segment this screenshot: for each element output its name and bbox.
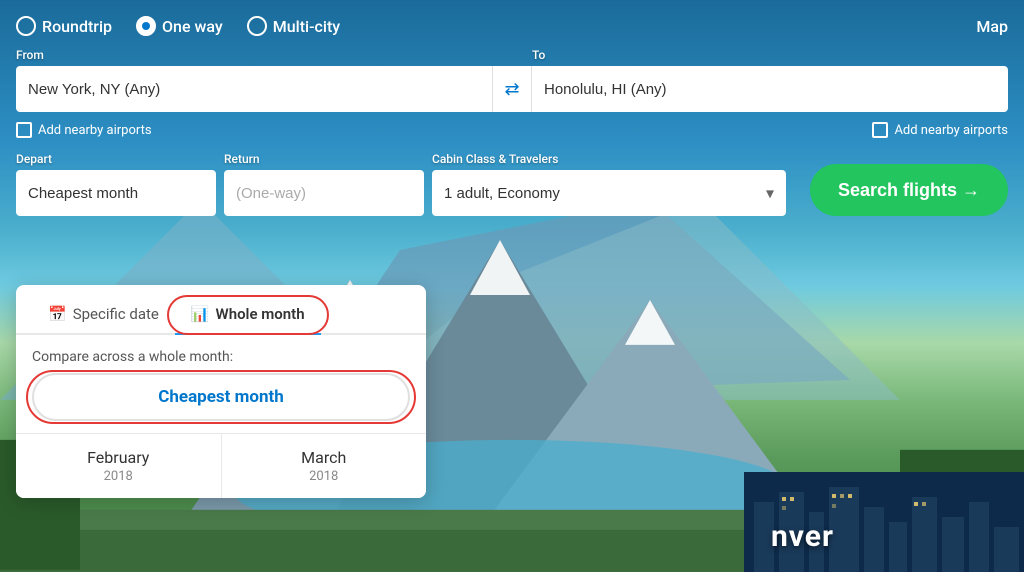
multicity-label: Multi-city xyxy=(273,17,340,36)
depart-input[interactable] xyxy=(16,170,216,216)
nearby-row: Add nearby airports Add nearby airports xyxy=(16,122,1008,138)
search-panel: Roundtrip One way Multi-city Map From ⇄ … xyxy=(0,0,1024,216)
oneway-option[interactable]: One way xyxy=(136,16,223,36)
cheapest-month-container: Cheapest month xyxy=(32,373,410,421)
date-tab-row: 📅 Specific date 📊 Whole month xyxy=(16,285,426,335)
month-cell-mar[interactable]: March 2018 xyxy=(222,434,427,498)
date-row: Depart Return Cabin Class & Travelers 1 … xyxy=(16,152,1008,216)
cheapest-month-button[interactable]: Cheapest month xyxy=(32,373,410,421)
trip-type-row: Roundtrip One way Multi-city Map xyxy=(16,16,1008,36)
swap-button[interactable]: ⇄ xyxy=(492,66,532,112)
cabin-label: Cabin Class & Travelers xyxy=(432,152,786,166)
to-input[interactable] xyxy=(532,66,1008,112)
cabin-group: Cabin Class & Travelers 1 adult, Economy xyxy=(432,152,786,216)
nearby-from-label: Add nearby airports xyxy=(38,123,152,138)
from-to-row: From ⇄ To xyxy=(16,48,1008,112)
month-year-mar: 2018 xyxy=(238,469,411,484)
nearby-to-checkbox[interactable] xyxy=(872,122,888,138)
to-group: To xyxy=(532,48,1008,112)
from-input[interactable] xyxy=(16,66,492,112)
multicity-radio[interactable] xyxy=(247,16,267,36)
map-link[interactable]: Map xyxy=(976,17,1008,36)
oneway-label: One way xyxy=(162,17,223,36)
whole-month-highlight xyxy=(167,295,329,335)
month-grid: February 2018 March 2018 xyxy=(16,433,426,498)
roundtrip-radio[interactable] xyxy=(16,16,36,36)
depart-label: Depart xyxy=(16,152,216,166)
whole-month-tab[interactable]: 📊 Whole month xyxy=(175,297,321,335)
nearby-from-option[interactable]: Add nearby airports xyxy=(16,122,152,138)
return-group: Return xyxy=(224,152,424,216)
date-picker-dropdown: 📅 Specific date 📊 Whole month Compare ac… xyxy=(16,285,426,498)
depart-group: Depart xyxy=(16,152,216,216)
roundtrip-option[interactable]: Roundtrip xyxy=(16,16,112,36)
nearby-to-option[interactable]: Add nearby airports xyxy=(872,122,1008,138)
specific-date-tab[interactable]: 📅 Specific date xyxy=(32,297,175,335)
month-cell-feb[interactable]: February 2018 xyxy=(16,434,221,498)
return-input[interactable] xyxy=(224,170,424,216)
specific-date-label: Specific date xyxy=(73,305,159,323)
from-group: From xyxy=(16,48,492,112)
compare-text: Compare across a whole month: xyxy=(16,335,426,373)
nearby-to-label: Add nearby airports xyxy=(894,123,1008,138)
cabin-select-wrapper: 1 adult, Economy xyxy=(432,170,786,216)
month-name-feb: February xyxy=(32,448,205,467)
roundtrip-label: Roundtrip xyxy=(42,17,112,36)
calendar-icon: 📅 xyxy=(48,305,67,323)
to-label: To xyxy=(532,48,1008,62)
swap-icon: ⇄ xyxy=(504,79,519,100)
search-flights-label: Search flights → xyxy=(838,180,980,201)
nearby-from-checkbox[interactable] xyxy=(16,122,32,138)
month-name-mar: March xyxy=(238,448,411,467)
return-label: Return xyxy=(224,152,424,166)
city-label: nver xyxy=(771,519,834,554)
from-label: From xyxy=(16,48,492,62)
cabin-select[interactable]: 1 adult, Economy xyxy=(432,170,786,216)
multicity-option[interactable]: Multi-city xyxy=(247,16,340,36)
oneway-radio[interactable] xyxy=(136,16,156,36)
month-year-feb: 2018 xyxy=(32,469,205,484)
search-flights-button[interactable]: Search flights → xyxy=(810,164,1008,216)
